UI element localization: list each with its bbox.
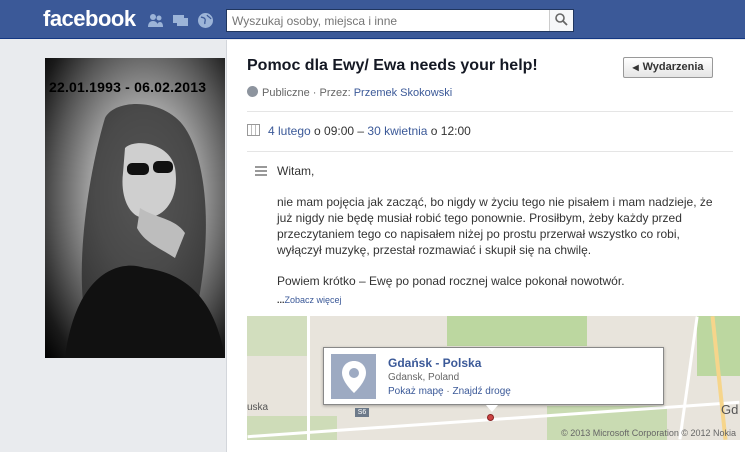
map-label: Gd [721,402,739,417]
card-pointer [486,405,498,412]
description-paragraph: nie mam pojęcia jak zacząć, bo nigdy w ż… [277,195,713,257]
end-date-link[interactable]: 30 kwietnia [367,124,427,138]
show-map-link[interactable]: Pokaż mapę [388,386,444,397]
place-name-link[interactable]: Gdańsk - Polska [388,356,481,370]
left-column: 22.01.1993 - 06.02.2013 [0,40,226,452]
by-label: · Przez: [309,87,354,99]
map-marker-icon[interactable] [487,414,494,421]
map-links: Pokaż mapę · Znajdź drogę [388,386,511,397]
event-map[interactable]: S6 uska Gd Gdańsk - Polska Gdansk, Polan… [247,316,740,440]
events-back-button[interactable]: ◀ Wydarzenia [623,57,713,78]
facebook-logo[interactable]: facebook [43,6,136,32]
friends-icon[interactable] [147,12,164,29]
author-link[interactable]: Przemek Skokowski [354,87,452,99]
description-icon [255,166,267,178]
event-meta: Publiczne · Przez: Przemek Skokowski [247,86,452,99]
event-title: Pomoc dla Ewy/ Ewa needs your help! [247,57,538,74]
search-input[interactable] [227,10,547,31]
map-copyright: © 2013 Microsoft Corporation © 2012 Noki… [561,428,736,438]
portrait-image [65,104,225,358]
memorial-dates: 22.01.1993 - 06.02.2013 [49,79,207,95]
description-paragraph: Witam, [277,164,315,178]
messages-icon[interactable] [172,12,189,29]
event-description: Witam, nie mam pojęcia jak zacząć, bo ni… [277,163,727,304]
start-date-link[interactable]: 4 lutego [268,124,311,138]
search-box [226,9,574,32]
road-shield: S6 [355,408,369,417]
public-globe-icon [247,86,258,97]
globe-icon[interactable] [197,12,214,29]
search-button[interactable] [549,10,573,31]
map-park [447,316,587,346]
divider [247,151,733,152]
search-icon [555,13,568,26]
event-panel: Pomoc dla Ewy/ Ewa needs your help! ◀ Wyd… [226,40,745,452]
event-cover-photo[interactable]: 22.01.1993 - 06.02.2013 [45,58,225,358]
see-more-link[interactable]: Zobacz więcej [285,295,342,305]
end-time: o 12:00 [427,124,471,138]
place-subtitle: Gdansk, Poland [388,372,460,383]
chevron-left-icon: ◀ [632,63,639,72]
top-bar: facebook [0,0,745,39]
directions-link[interactable]: Znajdź drogę [452,386,510,397]
events-back-label: Wydarzenia [642,61,704,73]
ellipsis: ... [277,295,285,305]
divider [247,111,733,112]
see-more: ...Zobacz więcej [277,295,342,305]
event-time: 4 lutego o 09:00 – 30 kwietnia o 12:00 [247,124,471,138]
description-paragraph: Powiem krótko – Ewę po ponad rocznej wal… [277,274,625,288]
map-road [678,316,699,440]
map-park [247,316,307,356]
map-location-card: Gdańsk - Polska Gdansk, Poland Pokaż map… [323,347,664,412]
privacy-label: Publiczne [262,87,310,99]
location-pin-icon [331,354,376,399]
map-label: uska [247,402,269,413]
start-time: o 09:00 – [310,124,368,138]
calendar-icon [247,124,260,136]
map-road [307,316,310,440]
